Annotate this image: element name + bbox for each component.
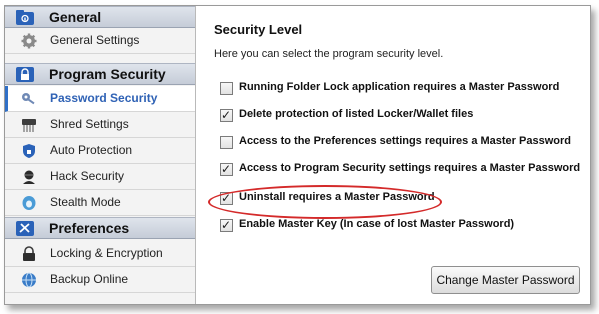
hacker-icon: [21, 169, 37, 185]
lock-encryption-icon: [21, 246, 37, 262]
sidebar-item-auto-protection[interactable]: Auto Protection: [5, 138, 195, 164]
page-title: Security Level: [214, 22, 303, 37]
shield-icon: [21, 143, 37, 159]
section-label-program-security: Program Security: [49, 66, 166, 82]
option-label: Access to Program Security settings requ…: [239, 162, 581, 174]
settings-window: General General Settings Program Securit…: [4, 5, 591, 305]
checkbox[interactable]: ✓: [220, 162, 233, 176]
sidebar-item-locking-encryption[interactable]: Locking & Encryption: [5, 241, 195, 267]
option-label: Running Folder Lock application requires…: [239, 81, 560, 93]
highlight-annotation: [208, 185, 442, 219]
sidebar-item-shred-settings[interactable]: Shred Settings: [5, 112, 195, 138]
section-header-preferences: Preferences: [5, 217, 195, 239]
sidebar-item-hack-security[interactable]: Hack Security: [5, 164, 195, 190]
check-icon: ✓: [221, 218, 232, 232]
sidebar-item-stealth-mode[interactable]: Stealth Mode: [5, 190, 195, 216]
description-text: Here you can select the program security…: [214, 48, 444, 60]
globe-icon: [21, 272, 37, 288]
stealth-icon: [21, 195, 37, 211]
option-label: Delete protection of listed Locker/Walle…: [239, 108, 474, 120]
key-icon: [21, 91, 37, 107]
sidebar-item-label: Locking & Encryption: [50, 246, 163, 260]
gear-icon: [21, 33, 37, 49]
option-label: Enable Master Key (In case of lost Maste…: [239, 218, 515, 230]
option-label: Access to the Preferences settings requi…: [239, 135, 571, 147]
checkbox[interactable]: [220, 82, 233, 95]
sidebar-item-backup-online[interactable]: Backup Online: [5, 267, 195, 293]
shredder-icon: [21, 117, 37, 133]
section-label-general: General: [49, 9, 102, 25]
section-header-program-security: Program Security: [5, 63, 195, 85]
sidebar: General General Settings Program Securit…: [5, 6, 196, 304]
checkbox[interactable]: ✓: [220, 218, 233, 232]
main-panel: Security Level Here you can select the p…: [196, 6, 590, 304]
sidebar-item-label: Shred Settings: [50, 117, 129, 131]
sidebar-item-label: Auto Protection: [50, 143, 133, 157]
section-label-preferences: Preferences: [49, 220, 130, 236]
section-header-general: General: [5, 6, 195, 28]
folder-lock-icon: [16, 10, 34, 25]
sidebar-item-label: Password Security: [50, 91, 158, 105]
sidebar-item-password-security[interactable]: Password Security: [5, 86, 195, 112]
checkbox[interactable]: [220, 136, 233, 149]
sidebar-item-label: Stealth Mode: [50, 195, 121, 209]
check-icon: ✓: [221, 108, 232, 122]
change-master-password-button[interactable]: Change Master Password: [431, 266, 580, 294]
checkbox[interactable]: ✓: [220, 108, 233, 122]
sidebar-item-general-settings[interactable]: General Settings: [5, 28, 195, 54]
padlock-icon: [16, 67, 34, 82]
tools-icon: [16, 221, 34, 236]
sidebar-item-label: Hack Security: [50, 169, 125, 183]
sidebar-item-label: General Settings: [50, 33, 140, 47]
check-icon: ✓: [221, 162, 232, 176]
sidebar-item-label: Backup Online: [50, 272, 129, 286]
